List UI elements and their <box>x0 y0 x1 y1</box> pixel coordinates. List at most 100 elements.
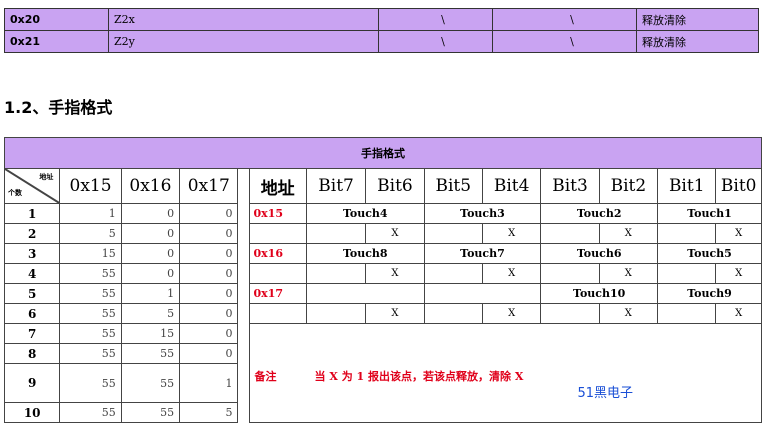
count-value: 55 <box>120 402 181 423</box>
register-table: 0x20 Z2x \ \ 释放清除 0x21 Z2y \ \ 释放清除 <box>4 8 759 53</box>
touch-label: Touch3 <box>423 203 542 224</box>
corner-top-label: 地址 <box>39 172 54 181</box>
count-value: 15 <box>59 243 122 264</box>
bit-cell <box>540 303 600 324</box>
x-mark: X <box>481 263 542 284</box>
address-header: 地址 <box>248 168 307 204</box>
touch-label: Touch4 <box>305 203 425 224</box>
bit-cell <box>657 303 717 324</box>
register-row: 0x21 Z2y \ \ 释放清除 <box>4 30 759 53</box>
count-value: 5 <box>59 223 122 244</box>
table-row: 2500XXXX <box>3 223 762 244</box>
count-value: 0 <box>179 263 239 284</box>
x-mark: X <box>365 303 425 324</box>
note-label: 备注 <box>254 370 277 383</box>
table-banner: 手指格式 <box>4 137 762 169</box>
count-value: 55 <box>59 363 122 403</box>
count-value: 0 <box>120 223 181 244</box>
bit-header: Bit5 <box>423 168 483 204</box>
count-index: 8 <box>3 343 61 364</box>
count-value: 0 <box>120 263 181 284</box>
column-header: 0x16 <box>120 168 181 204</box>
header-row: 地址 个数 0x15 0x16 0x17 地址 Bit7 Bit6 Bit5 Bit4 Bit3 Bi… <box>3 168 762 423</box>
count-index: 5 <box>3 283 61 304</box>
x-mark: X <box>365 223 425 244</box>
count-index: 9 <box>3 363 61 403</box>
bit-register: 0x16 <box>248 243 307 264</box>
touch-label: Touch7 <box>423 243 542 264</box>
table-row: 3 15 0 0 0x16 Touch8 Touch7 Touch6 Touch5 <box>3 243 762 264</box>
count-value: 55 <box>59 303 122 324</box>
register-action: 释放清除 <box>636 30 759 53</box>
count-value: 15 <box>120 323 181 344</box>
count-value: 55 <box>59 343 122 364</box>
register-cell: \ <box>378 8 493 31</box>
count-value: 5 <box>179 402 239 423</box>
count-value: 55 <box>59 402 122 423</box>
register-action: 释放清除 <box>636 8 759 31</box>
count-index: 7 <box>3 323 61 344</box>
table-row: 1 1 0 0 0x15 Touch4 Touch3 Touch2 Touch1 <box>3 203 762 224</box>
table-row: 4 55 0 0 X X X X <box>3 263 762 284</box>
count-value: 55 <box>59 263 122 284</box>
bit-cell <box>305 263 367 284</box>
register-cell: \ <box>492 8 637 31</box>
bit-cell <box>540 223 600 244</box>
bit-register-empty <box>248 223 307 244</box>
count-value: 0 <box>179 343 239 364</box>
count-index: 10 <box>3 402 61 423</box>
bit-header: Bit0 <box>715 168 762 204</box>
x-mark: X <box>481 303 542 324</box>
section-title: 1.2、手指格式 <box>4 98 113 117</box>
touch-label: Touch6 <box>540 243 659 264</box>
register-name: Z2y <box>108 30 379 53</box>
count-value: 1 <box>59 203 122 224</box>
count-index: 6 <box>3 303 61 324</box>
count-index: 3 <box>3 243 61 264</box>
x-mark: X <box>598 223 659 244</box>
bit-cell <box>540 263 600 284</box>
touch-label: Touch10 <box>540 283 659 304</box>
bit-cell <box>423 223 483 244</box>
register-row: 0x20 Z2x \ \ 释放清除 <box>4 8 759 31</box>
count-value: 0 <box>120 203 181 224</box>
bit-register: 0x17 <box>248 283 307 304</box>
count-value: 0 <box>179 203 239 224</box>
table-row: 5 55 1 0 0x17 Touch10 Touch9 <box>3 283 762 304</box>
register-name: Z2x <box>108 8 379 31</box>
bit-register-empty <box>248 303 307 324</box>
count-index: 2 <box>3 223 61 244</box>
note-text: 当 X 为 1 报出该点，若该点释放，清除 X <box>314 370 524 383</box>
count-value: 55 <box>59 323 122 344</box>
x-mark: X <box>715 223 762 244</box>
banner-row: 手指格式 <box>4 137 762 169</box>
column-header: 0x15 <box>59 168 122 204</box>
count-value: 0 <box>120 243 181 264</box>
bit-header: Bit1 <box>657 168 717 204</box>
notes-cell: 备注 当 X 为 1 报出该点，若该点释放，清除 X 51黑电子 <box>248 323 763 423</box>
register-cell: \ <box>378 30 493 53</box>
bit-header: Bit3 <box>540 168 600 204</box>
corner-bottom-label: 个数 <box>8 188 22 197</box>
x-mark: X <box>715 303 762 324</box>
bit-header: Bit7 <box>305 168 367 204</box>
count-index: 4 <box>3 263 61 284</box>
bit-cell <box>423 303 483 324</box>
count-value: 0 <box>179 323 239 344</box>
touch-label <box>305 283 425 304</box>
bit-register: 0x15 <box>248 203 307 224</box>
bit-header: Bit4 <box>481 168 542 204</box>
count-value: 0 <box>179 303 239 324</box>
x-mark: X <box>365 263 425 284</box>
count-value: 55 <box>120 343 181 364</box>
touch-label: Touch5 <box>657 243 762 264</box>
corner-diagonal: 地址个数 <box>5 169 59 203</box>
count-value: 0 <box>179 223 239 244</box>
count-value: 1 <box>179 363 239 403</box>
column-header: 0x17 <box>179 168 239 204</box>
count-value: 1 <box>120 283 181 304</box>
touch-label: Touch2 <box>540 203 659 224</box>
register-cell: \ <box>492 30 637 53</box>
count-value: 55 <box>120 363 181 403</box>
touch-label: Touch9 <box>657 283 762 304</box>
